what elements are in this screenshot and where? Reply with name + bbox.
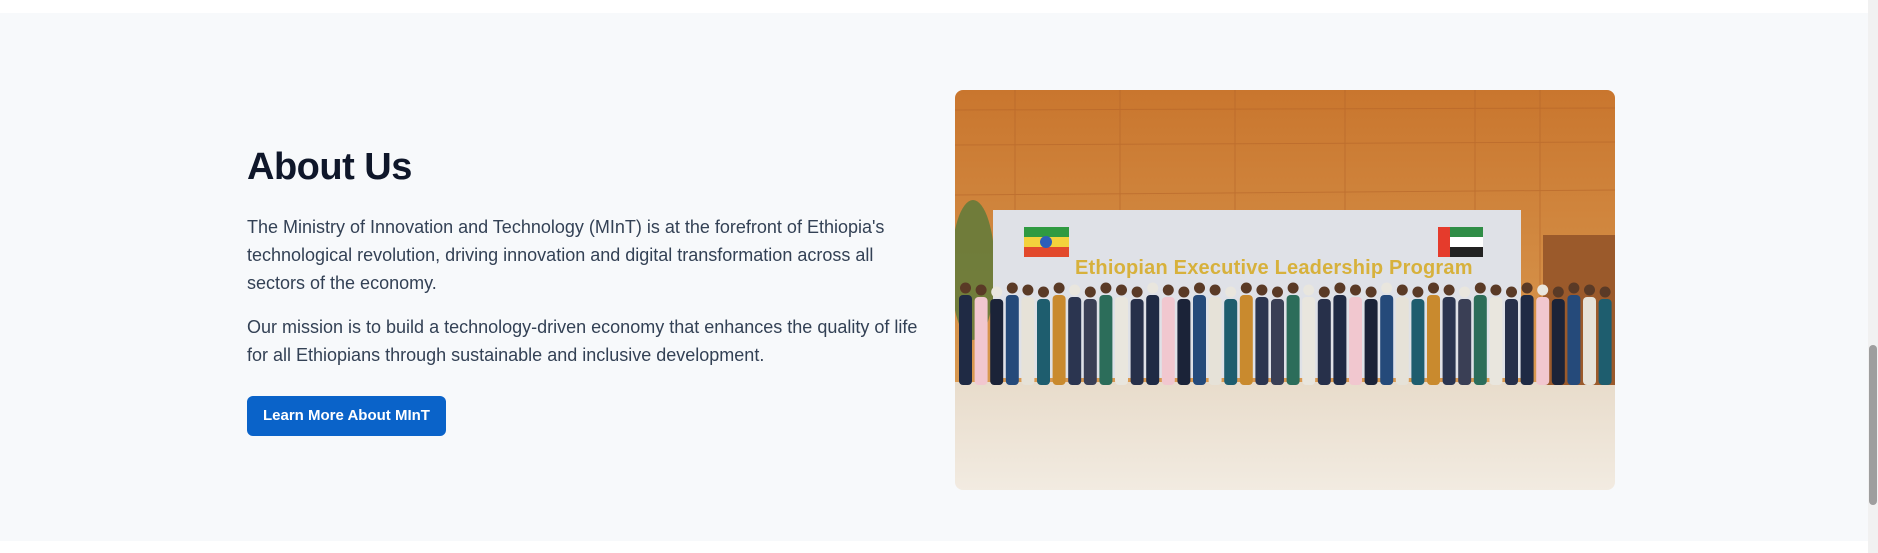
banner-text: Ethiopian Executive Leadership Program: [1075, 257, 1473, 279]
page-scrollbar[interactable]: [1868, 0, 1878, 553]
group-photo-image: [955, 90, 1615, 490]
learn-more-button[interactable]: Learn More About MInT: [247, 396, 446, 436]
section-title: About Us: [247, 146, 412, 188]
scrollbar-thumb[interactable]: [1869, 345, 1877, 505]
about-photo: Ethiopian Executive Leadership Program: [955, 90, 1615, 490]
about-text-column: About Us The Ministry of Innovation and …: [247, 143, 927, 436]
about-paragraph-1: The Ministry of Innovation and Technolog…: [247, 217, 885, 293]
about-paragraph-2: Our mission is to build a technology-dri…: [247, 317, 918, 365]
about-section: About Us The Ministry of Innovation and …: [0, 13, 1878, 541]
